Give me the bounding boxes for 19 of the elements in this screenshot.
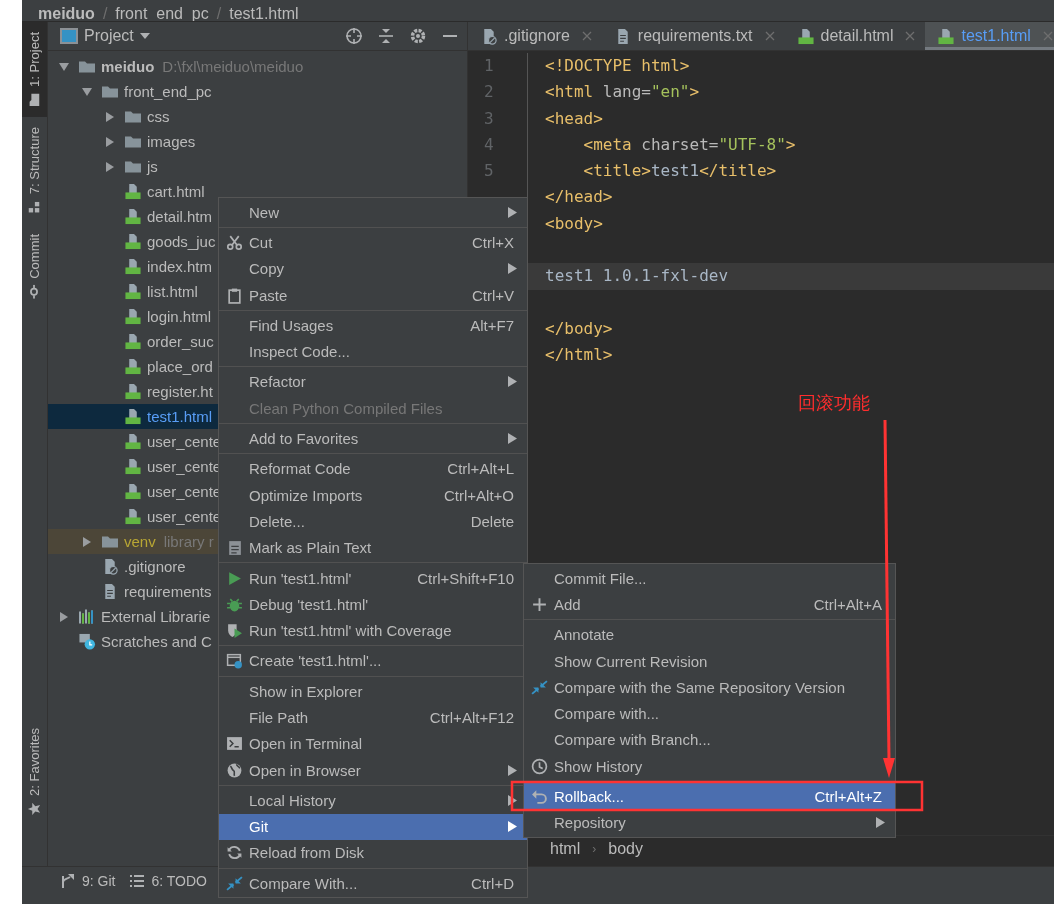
code-line: <title>test1</title> (582, 161, 777, 181)
breadcrumb-separator: › (592, 842, 597, 856)
line-number: 4 (484, 134, 494, 154)
code-line: </head> (545, 187, 613, 207)
code-line: test1 1.0.1-fxl-dev (545, 266, 729, 286)
code-line: </body> (545, 318, 613, 338)
code-line: <meta charset="UTF-8"> (582, 134, 796, 154)
line-number: 1 (484, 56, 494, 75)
breadcrumb-separator: / (102, 7, 108, 21)
breadcrumb-separator: / (216, 7, 222, 21)
annotation-label: 回滚功能 (798, 391, 870, 415)
code-line: <body> (545, 213, 603, 233)
code-line: <head> (545, 108, 603, 128)
code-line: </html> (545, 345, 613, 365)
code-line: <!DOCTYPE html> (545, 56, 690, 75)
line-number: 5 (484, 161, 494, 181)
code-line: <html lang="en"> (545, 82, 700, 102)
line-number: 2 (484, 82, 494, 102)
line-number: 3 (484, 108, 494, 128)
